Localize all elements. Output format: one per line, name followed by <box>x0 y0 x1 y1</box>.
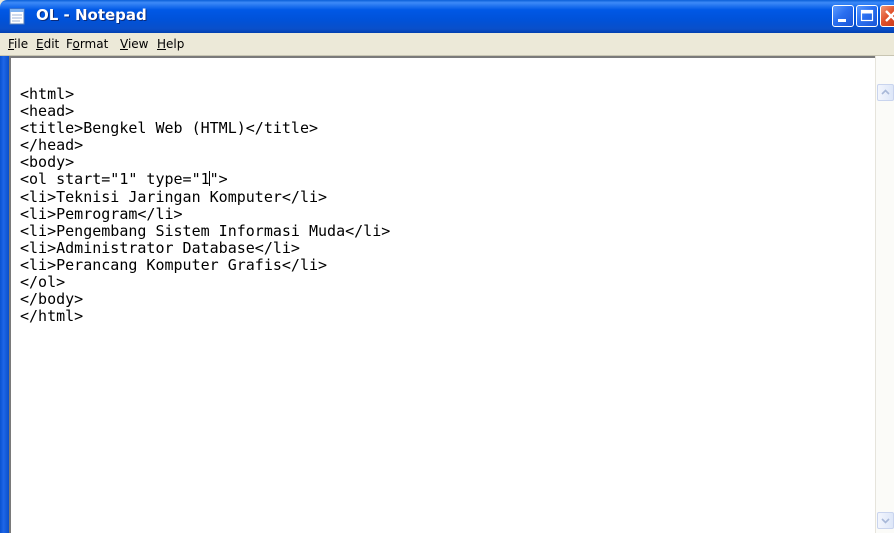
menu-edit-rest: dit <box>43 37 60 51</box>
editor-line: </html> <box>20 307 84 326</box>
menu-bar: File Edit Format View Help <box>0 33 894 56</box>
editor-line: <li>Teknisi Jaringan Komputer</li> <box>20 187 328 206</box>
scroll-up-button[interactable] <box>877 84 894 101</box>
editor-line: <li>Pengembang Sistem Informasi Muda</li… <box>20 221 391 240</box>
menu-view-rest: iew <box>127 37 149 51</box>
menu-format-rest: rmat <box>79 37 109 51</box>
menu-file-rest: ile <box>14 37 29 51</box>
editor-line: </head> <box>20 136 84 155</box>
editor-line: <head> <box>20 102 75 121</box>
menu-help-accel: H <box>157 37 167 51</box>
editor-line: <body> <box>20 153 75 172</box>
window-frame-left <box>0 56 9 533</box>
editor-line: <li>Perancang Komputer Grafis</li> <box>20 255 328 274</box>
notepad-app-icon[interactable] <box>9 8 27 25</box>
editor-line: </body> <box>20 290 84 309</box>
menu-help[interactable]: Help <box>157 37 184 51</box>
editor-line-text-after-caret: "> <box>209 170 228 189</box>
editor-line: <ol start="1" type="1"> <box>20 171 390 188</box>
editor-line: <li>Administrator Database</li> <box>20 238 300 257</box>
scroll-down-button[interactable] <box>877 512 894 529</box>
editor-line-text-before-caret: <ol start="1" type="1 <box>20 170 210 189</box>
menu-help-rest: elp <box>166 37 185 51</box>
minimize-button[interactable] <box>832 5 854 27</box>
title-bar[interactable]: OL - Notepad <box>0 0 894 33</box>
menu-edit[interactable]: Edit <box>36 37 59 51</box>
text-editor[interactable]: <html> <head> <title>Bengkel Web (HTML)</t… <box>9 56 875 533</box>
editor-line: </ol> <box>20 273 66 292</box>
menu-file[interactable]: File <box>8 37 28 51</box>
menu-format[interactable]: Format <box>66 37 108 51</box>
menu-edit-accel: E <box>36 37 44 51</box>
window-title: OL - Notepad <box>36 6 147 24</box>
menu-view-accel: V <box>120 37 128 51</box>
editor-line: <title>Bengkel Web (HTML)</title> <box>20 119 319 138</box>
editor-line: <html> <box>20 85 75 103</box>
notepad-window: OL - Notepad File Edit Format View Help … <box>0 0 894 533</box>
menu-format-accel: o <box>72 37 80 51</box>
menu-view[interactable]: View <box>120 37 148 51</box>
maximize-button[interactable] <box>856 5 878 27</box>
close-button[interactable] <box>880 5 894 27</box>
editor-line: <li>Pemrogram</li> <box>20 204 183 223</box>
editor-content[interactable]: <html> <head> <title>Bengkel Web (HTML)</t… <box>20 85 391 326</box>
vertical-scrollbar[interactable] <box>875 56 894 533</box>
